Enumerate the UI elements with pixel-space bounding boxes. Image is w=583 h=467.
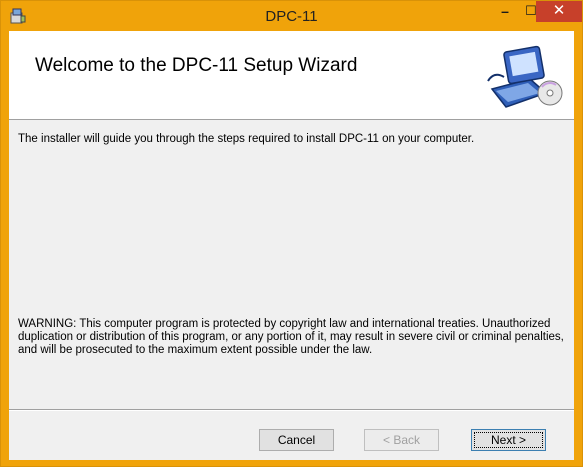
copyright-warning: WARNING: This computer program is protec…: [18, 318, 564, 356]
title-bar[interactable]: DPC-11 – ☐ ✕: [1, 1, 582, 31]
computer-cd-icon: [487, 45, 563, 108]
cancel-button[interactable]: Cancel: [259, 429, 334, 451]
close-button[interactable]: ✕: [536, 1, 582, 22]
minimize-button[interactable]: –: [492, 1, 518, 22]
setup-window: DPC-11 – ☐ ✕ Welcome to the DPC-11 Setup…: [0, 0, 583, 467]
wizard-banner: Welcome to the DPC-11 Setup Wizard: [9, 31, 574, 120]
intro-text: The installer will guide you through the…: [18, 133, 475, 145]
wizard-client-area: Welcome to the DPC-11 Setup Wizard The i…: [9, 31, 574, 460]
back-button[interactable]: < Back: [364, 429, 439, 451]
footer-divider-highlight: [9, 410, 574, 411]
next-button[interactable]: Next >: [471, 429, 546, 451]
banner-title: Welcome to the DPC-11 Setup Wizard: [35, 55, 358, 76]
